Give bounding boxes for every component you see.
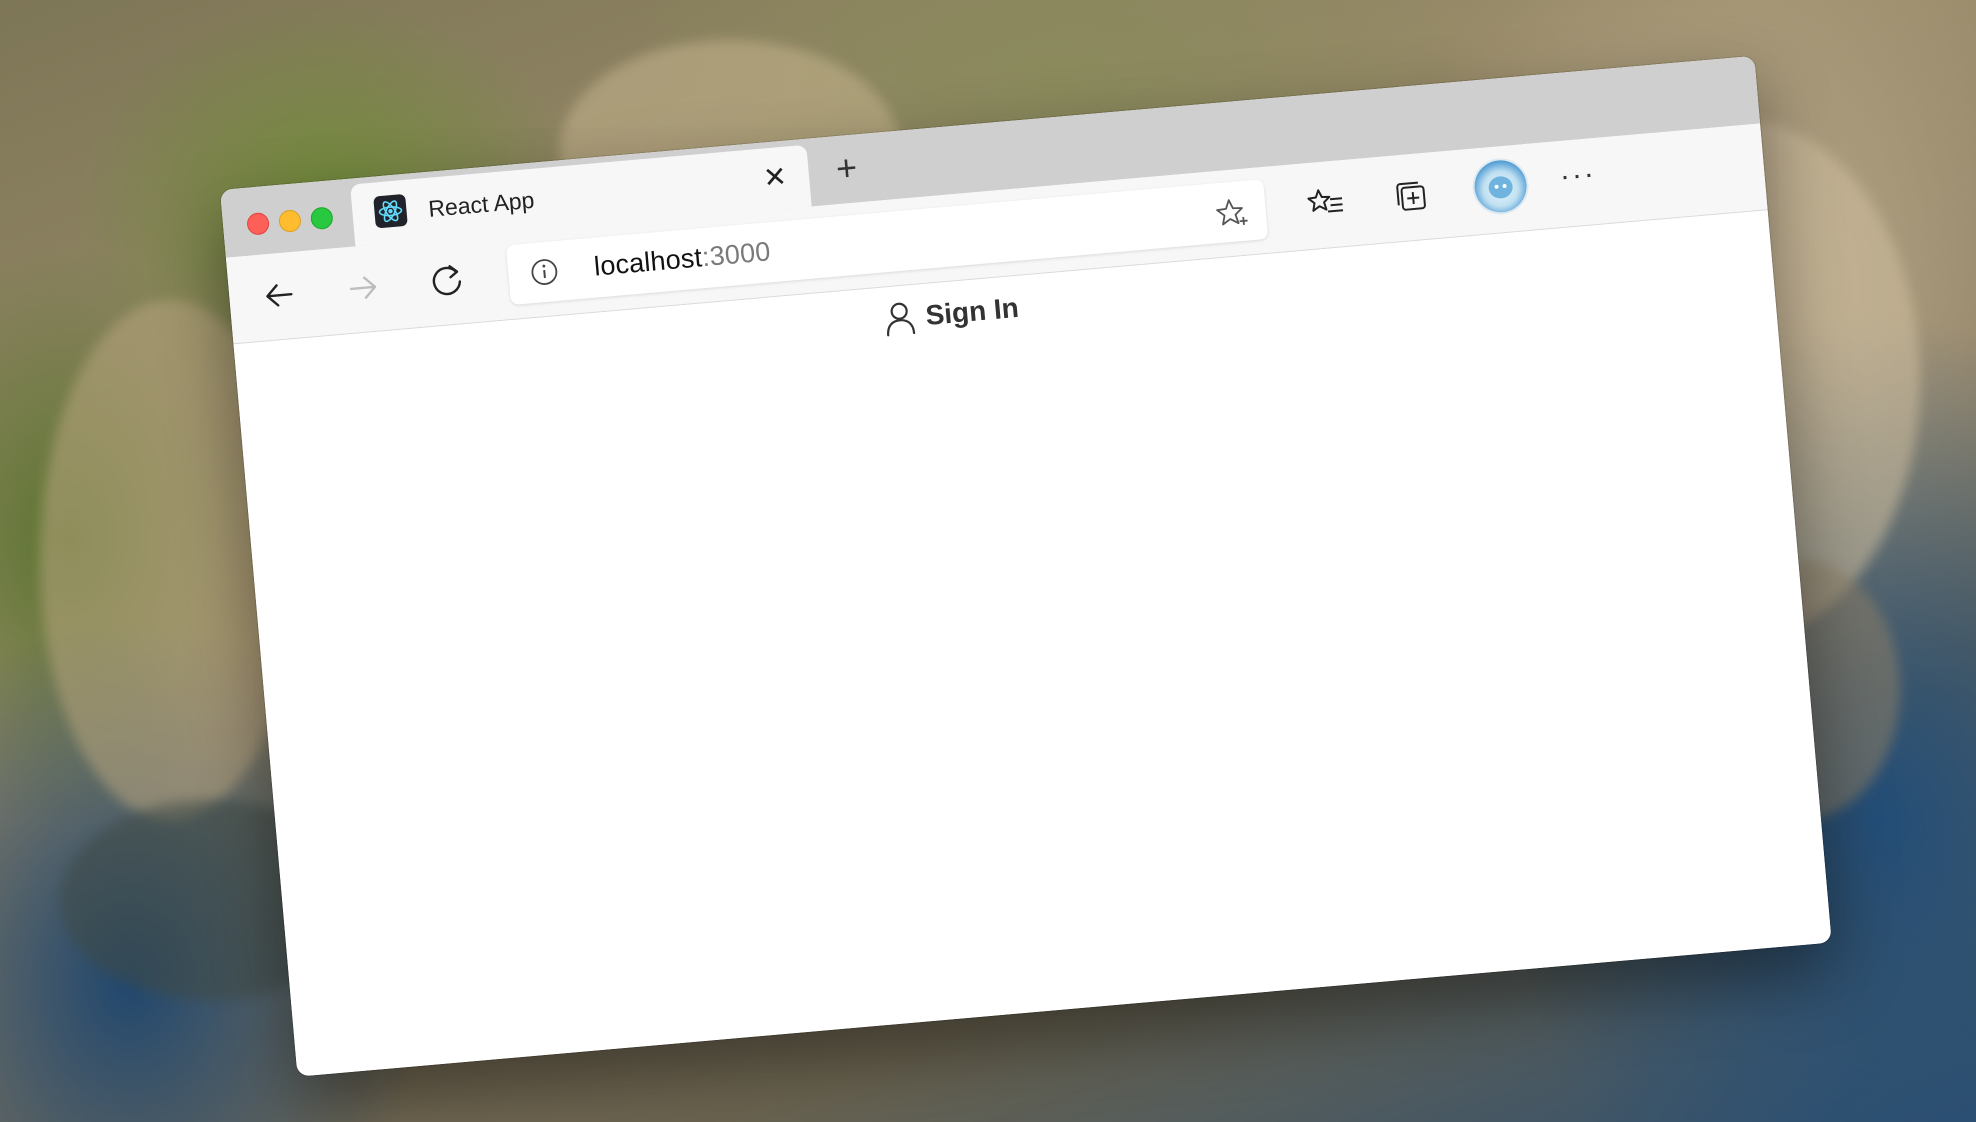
sign-in-label: Sign In	[924, 291, 1020, 331]
url-host: localhost	[592, 242, 704, 282]
profile-avatar-icon[interactable]	[1472, 158, 1529, 215]
window-minimize-button[interactable]	[278, 209, 302, 233]
back-arrow-icon[interactable]	[256, 271, 304, 319]
window-close-button[interactable]	[246, 211, 271, 236]
collections-icon[interactable]	[1389, 175, 1432, 218]
page-content: Sign In	[233, 210, 1832, 1077]
more-menu-button[interactable]: ···	[1554, 156, 1602, 204]
user-icon	[887, 302, 916, 337]
url-port: :3000	[700, 236, 772, 273]
tab-title: React App	[427, 186, 536, 222]
plus-icon[interactable]: +	[827, 146, 866, 189]
reload-icon[interactable]	[423, 257, 471, 305]
react-logo-icon	[373, 193, 408, 229]
info-icon[interactable]	[529, 257, 559, 287]
window-zoom-button[interactable]	[309, 206, 334, 231]
sign-in-button[interactable]: Sign In	[882, 290, 1020, 338]
avatar-face	[1487, 175, 1514, 200]
browser-window: React App ✕ + localhost:3000 ··· Sign In	[220, 55, 1832, 1077]
favorites-list-icon[interactable]	[1304, 182, 1347, 225]
forward-arrow-icon[interactable]	[339, 264, 387, 312]
address-url[interactable]: localhost:3000	[593, 236, 772, 282]
star-add-icon[interactable]	[1212, 195, 1249, 232]
close-icon[interactable]: ✕	[758, 160, 793, 195]
